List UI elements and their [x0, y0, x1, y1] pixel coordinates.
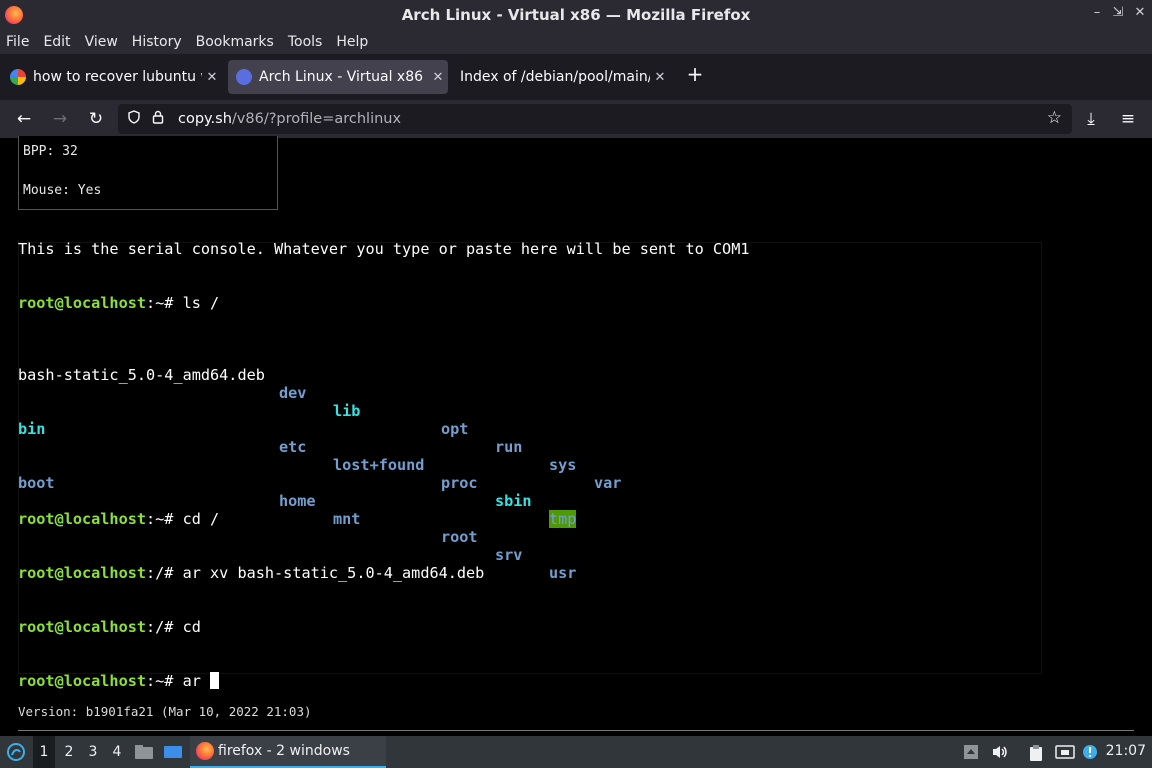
- workspace-1[interactable]: 1: [33, 736, 55, 768]
- ls-entry: opt: [441, 420, 469, 438]
- tracking-shield-icon[interactable]: [124, 110, 144, 128]
- ls-row: bin etc lost+found proc sbin tmp: [18, 402, 577, 528]
- close-tab-icon[interactable]: ✕: [650, 70, 670, 85]
- google-icon: [10, 69, 26, 85]
- menu-help[interactable]: Help: [336, 34, 368, 50]
- task-label: firefox - 2 windows: [218, 743, 350, 759]
- restore-button[interactable]: ⇲: [1109, 5, 1127, 20]
- menu-bookmarks[interactable]: Bookmarks: [196, 34, 274, 50]
- close-window-button[interactable]: ✕: [1131, 5, 1149, 20]
- tab-label: Index of /debian/pool/main/b: [460, 69, 650, 85]
- ls-entry: sys: [549, 456, 577, 474]
- serial-console-header: This is the serial console. Whatever you…: [18, 240, 750, 258]
- downloads-button[interactable]: ⤓: [1080, 108, 1102, 130]
- v86-icon: [236, 69, 252, 85]
- ls-row: boot home mnt root srv usr: [18, 456, 576, 582]
- shell-prompt: root@localhost: [18, 618, 147, 636]
- bpp-info: BPP: 32: [23, 144, 78, 159]
- ls-entry: run: [495, 438, 523, 456]
- url-text[interactable]: copy.sh/v86/?profile=archlinux: [178, 111, 401, 127]
- start-menu-icon[interactable]: [4, 736, 28, 768]
- clipboard-icon[interactable]: [1028, 744, 1046, 761]
- text-cursor: [210, 672, 220, 689]
- command-text: :/# ar xv bash-static_5.0-4_amd64.deb: [146, 564, 485, 582]
- menu-file[interactable]: File: [6, 34, 29, 50]
- app-menu-button[interactable]: ≡: [1117, 108, 1139, 130]
- ls-entry: bash-static_5.0-4_amd64.deb: [18, 366, 265, 384]
- close-tab-icon[interactable]: ✕: [428, 70, 448, 85]
- ls-entry: etc: [279, 438, 307, 456]
- terminal-line: root@localhost:~# ar: [18, 672, 484, 690]
- workspace-3[interactable]: 3: [82, 736, 104, 768]
- terminal-line: root@localhost:/# cd: [18, 618, 484, 636]
- window-titlebar: Arch Linux - Virtual x86 — Mozilla Firef…: [0, 0, 1152, 30]
- file-manager-icon[interactable]: [133, 736, 155, 768]
- command-text: :~# cd /: [146, 510, 220, 528]
- new-tab-button[interactable]: +: [684, 62, 706, 86]
- tray-arrow-icon[interactable]: [963, 744, 981, 760]
- ls-row: bash-static_5.0-4_amd64.deb dev lib opt …: [18, 348, 621, 492]
- terminal-line: root@localhost:~# cd /: [18, 510, 484, 528]
- show-desktop-icon[interactable]: [162, 736, 184, 768]
- firefox-icon: [196, 742, 214, 760]
- taskbar-firefox-button[interactable]: firefox - 2 windows: [190, 736, 386, 768]
- ls-entry: sbin: [495, 492, 532, 510]
- lock-icon[interactable]: [148, 110, 168, 128]
- window-title: Arch Linux - Virtual x86 — Mozilla Firef…: [401, 6, 751, 24]
- terminal-output[interactable]: root@localhost:~# ls / bash-static_5.0-4…: [18, 258, 621, 726]
- tab-debian-index[interactable]: Index of /debian/pool/main/b ✕: [452, 60, 670, 94]
- ls-entry: root: [441, 528, 478, 546]
- menu-edit[interactable]: Edit: [43, 34, 70, 50]
- back-button[interactable]: ←: [13, 108, 35, 130]
- version-text: Version: b1901fa21 (Mar 10, 2022 21:03): [18, 704, 312, 719]
- page-content: BPP: 32 Mouse: Yes This is the serial co…: [0, 136, 1152, 736]
- tab-arch-linux[interactable]: Arch Linux - Virtual x86 ✕: [228, 60, 448, 94]
- command-text: :/# cd: [146, 618, 201, 636]
- shell-prompt: root@localhost: [18, 672, 147, 690]
- ls-entry: usr: [549, 564, 577, 582]
- menu-bar: File Edit View History Bookmarks Tools H…: [0, 30, 1152, 54]
- clock: 21:07: [1105, 743, 1146, 759]
- network-icon[interactable]: [1055, 744, 1075, 760]
- url-path: /v86/?profile=archlinux: [231, 111, 402, 127]
- reload-button[interactable]: ↻: [85, 108, 107, 130]
- menu-history[interactable]: History: [132, 34, 182, 50]
- ls-entry: home: [279, 492, 316, 510]
- command-text: :~# ls /: [146, 294, 220, 312]
- bookmark-star-icon[interactable]: ☆: [1047, 108, 1062, 128]
- mouse-info: Mouse: Yes: [23, 183, 102, 198]
- notification-icon[interactable]: [1082, 744, 1100, 760]
- workspace-2[interactable]: 2: [58, 736, 80, 768]
- vm-info-box: BPP: 32 Mouse: Yes: [18, 136, 278, 210]
- minimize-button[interactable]: –: [1088, 5, 1106, 20]
- firefox-logo-icon: [5, 6, 23, 24]
- volume-icon[interactable]: [991, 744, 1009, 760]
- tab-bar: how to recover lubuntu w ✕ Arch Linux - …: [0, 54, 1152, 100]
- ls-entry: bin: [18, 420, 46, 438]
- ls-entry: boot: [18, 474, 55, 492]
- tab-label: how to recover lubuntu w: [33, 69, 202, 85]
- terminal-line: root@localhost:~# ls /: [18, 294, 484, 312]
- menu-view[interactable]: View: [85, 34, 118, 50]
- ls-entry: srv: [495, 546, 523, 564]
- ls-entry: proc: [441, 474, 478, 492]
- divider: [18, 730, 1134, 731]
- command-text: :~# ar: [146, 672, 211, 690]
- shell-prompt: root@localhost: [18, 510, 147, 528]
- url-bar[interactable]: copy.sh/v86/?profile=archlinux ☆: [118, 104, 1072, 134]
- url-host: copy.sh: [178, 111, 232, 127]
- terminal-line: root@localhost:/# ar xv bash-static_5.0-…: [18, 564, 484, 582]
- close-tab-icon[interactable]: ✕: [202, 70, 222, 85]
- ls-entry: var: [594, 474, 622, 492]
- taskbar: 1 2 3 4 firefox - 2 windows 21:07: [0, 736, 1152, 768]
- tab-label: Arch Linux - Virtual x86: [259, 69, 424, 85]
- shell-prompt: root@localhost: [18, 564, 147, 582]
- workspace-4[interactable]: 4: [106, 736, 128, 768]
- tab-google-search[interactable]: how to recover lubuntu w ✕: [2, 60, 222, 94]
- forward-button[interactable]: →: [49, 108, 71, 130]
- menu-tools[interactable]: Tools: [288, 34, 323, 50]
- shell-prompt: root@localhost: [18, 294, 147, 312]
- ls-entry-tmp: tmp: [549, 510, 577, 528]
- ls-entry: dev: [279, 384, 307, 402]
